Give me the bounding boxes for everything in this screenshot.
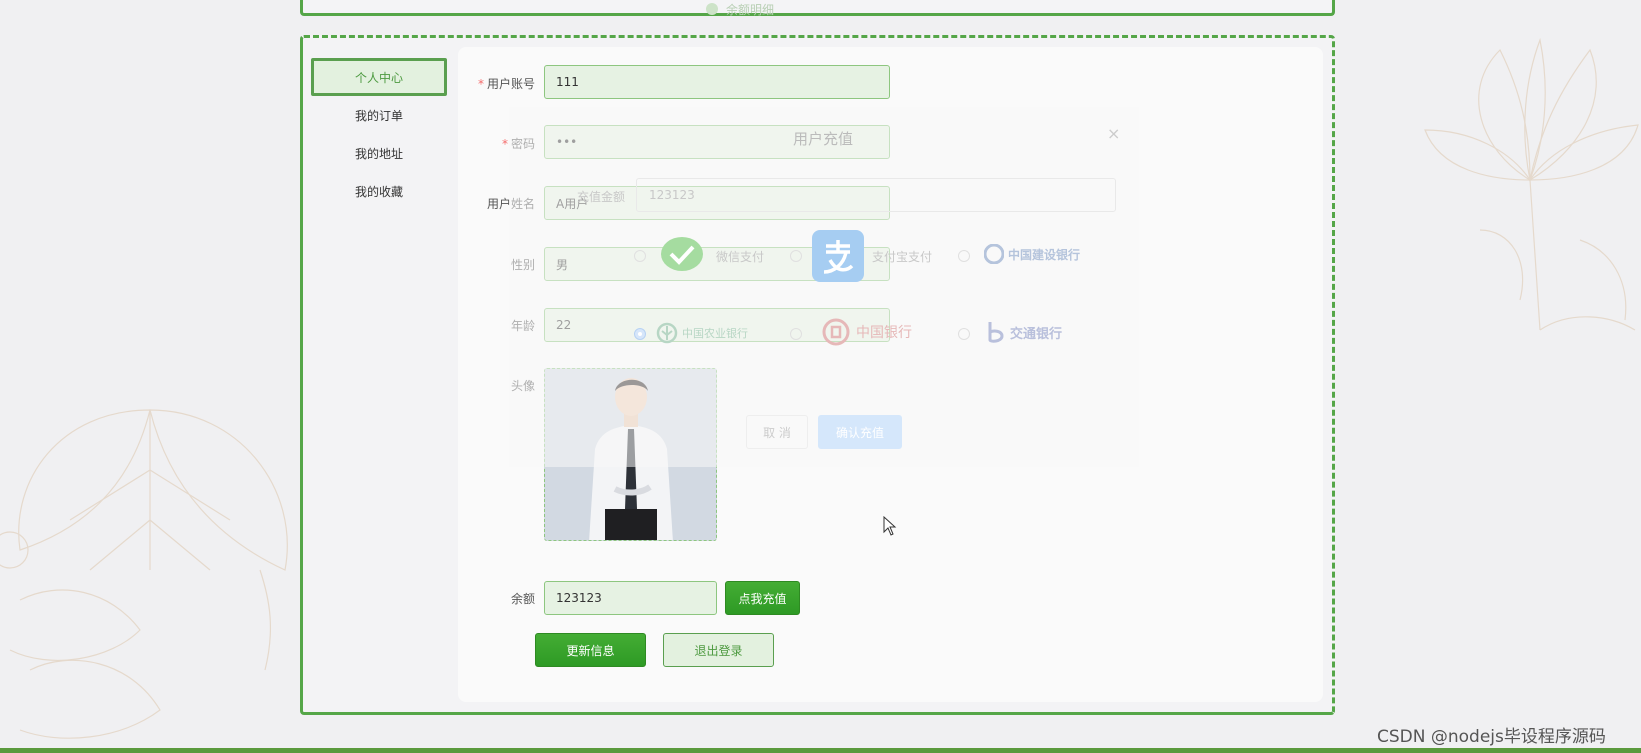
ccb-icon — [984, 244, 1004, 264]
abc-logo: 中国农业银行 — [656, 322, 748, 344]
balance-label: 余额 — [510, 592, 535, 606]
update-info-button[interactable]: 更新信息 — [535, 633, 646, 667]
sidebar-item-favorites[interactable]: 我的收藏 — [311, 172, 447, 210]
account-input[interactable] — [544, 65, 890, 99]
abc-icon — [656, 322, 678, 344]
sidebar-item-orders[interactable]: 我的订单 — [311, 96, 447, 134]
top-faded-label: 余额明细 — [380, 2, 1100, 17]
alipay-icon — [812, 230, 864, 282]
boc-icon — [822, 318, 850, 346]
recharge-button[interactable]: 点我充值 — [725, 581, 800, 615]
user-sidebar: 个人中心 我的订单 我的地址 我的收藏 — [311, 58, 447, 210]
radio-bocom[interactable] — [958, 328, 970, 340]
radio-alipay[interactable] — [790, 250, 802, 262]
sidebar-item-addresses[interactable]: 我的地址 — [311, 134, 447, 172]
lotus-decoration-right — [1424, 37, 1639, 331]
account-label: * 用户账号 — [477, 77, 535, 91]
logout-button[interactable]: 退出登录 — [663, 633, 774, 667]
mouse-cursor-icon — [883, 516, 897, 536]
wechat-pay-icon — [661, 237, 703, 271]
radio-wechat[interactable] — [634, 250, 646, 262]
lotus-decoration-left — [0, 409, 288, 739]
wechat-pay-label: 微信支付 — [716, 250, 765, 264]
dialog-close-icon[interactable]: × — [1107, 124, 1120, 143]
recharge-amount-label: 充值金额 — [577, 190, 626, 204]
recharge-amount-input[interactable] — [636, 178, 1116, 212]
sidebar-item-profile[interactable]: 个人中心 — [311, 58, 447, 96]
recharge-dialog — [509, 107, 1139, 467]
radio-abc[interactable] — [634, 328, 646, 340]
balance-input[interactable] — [544, 581, 717, 615]
faded-dot-icon — [705, 3, 718, 15]
bottom-accent-bar — [0, 748, 1641, 753]
boc-logo: 中国银行 — [822, 318, 912, 346]
dialog-confirm-button[interactable]: 确认充值 — [818, 415, 902, 449]
ccb-logo: 中国建设银行 — [984, 244, 1080, 264]
csdn-watermark: CSDN @nodejs毕设程序源码 — [1377, 727, 1606, 747]
dialog-cancel-button[interactable]: 取 消 — [746, 415, 808, 449]
bocom-logo: 交通银行 — [984, 320, 1062, 344]
radio-ccb[interactable] — [958, 250, 970, 262]
bocom-icon — [988, 322, 1004, 343]
dialog-title: 用户充值 — [793, 130, 854, 148]
alipay-label: 支付宝支付 — [872, 250, 933, 264]
radio-boc[interactable] — [790, 328, 802, 340]
